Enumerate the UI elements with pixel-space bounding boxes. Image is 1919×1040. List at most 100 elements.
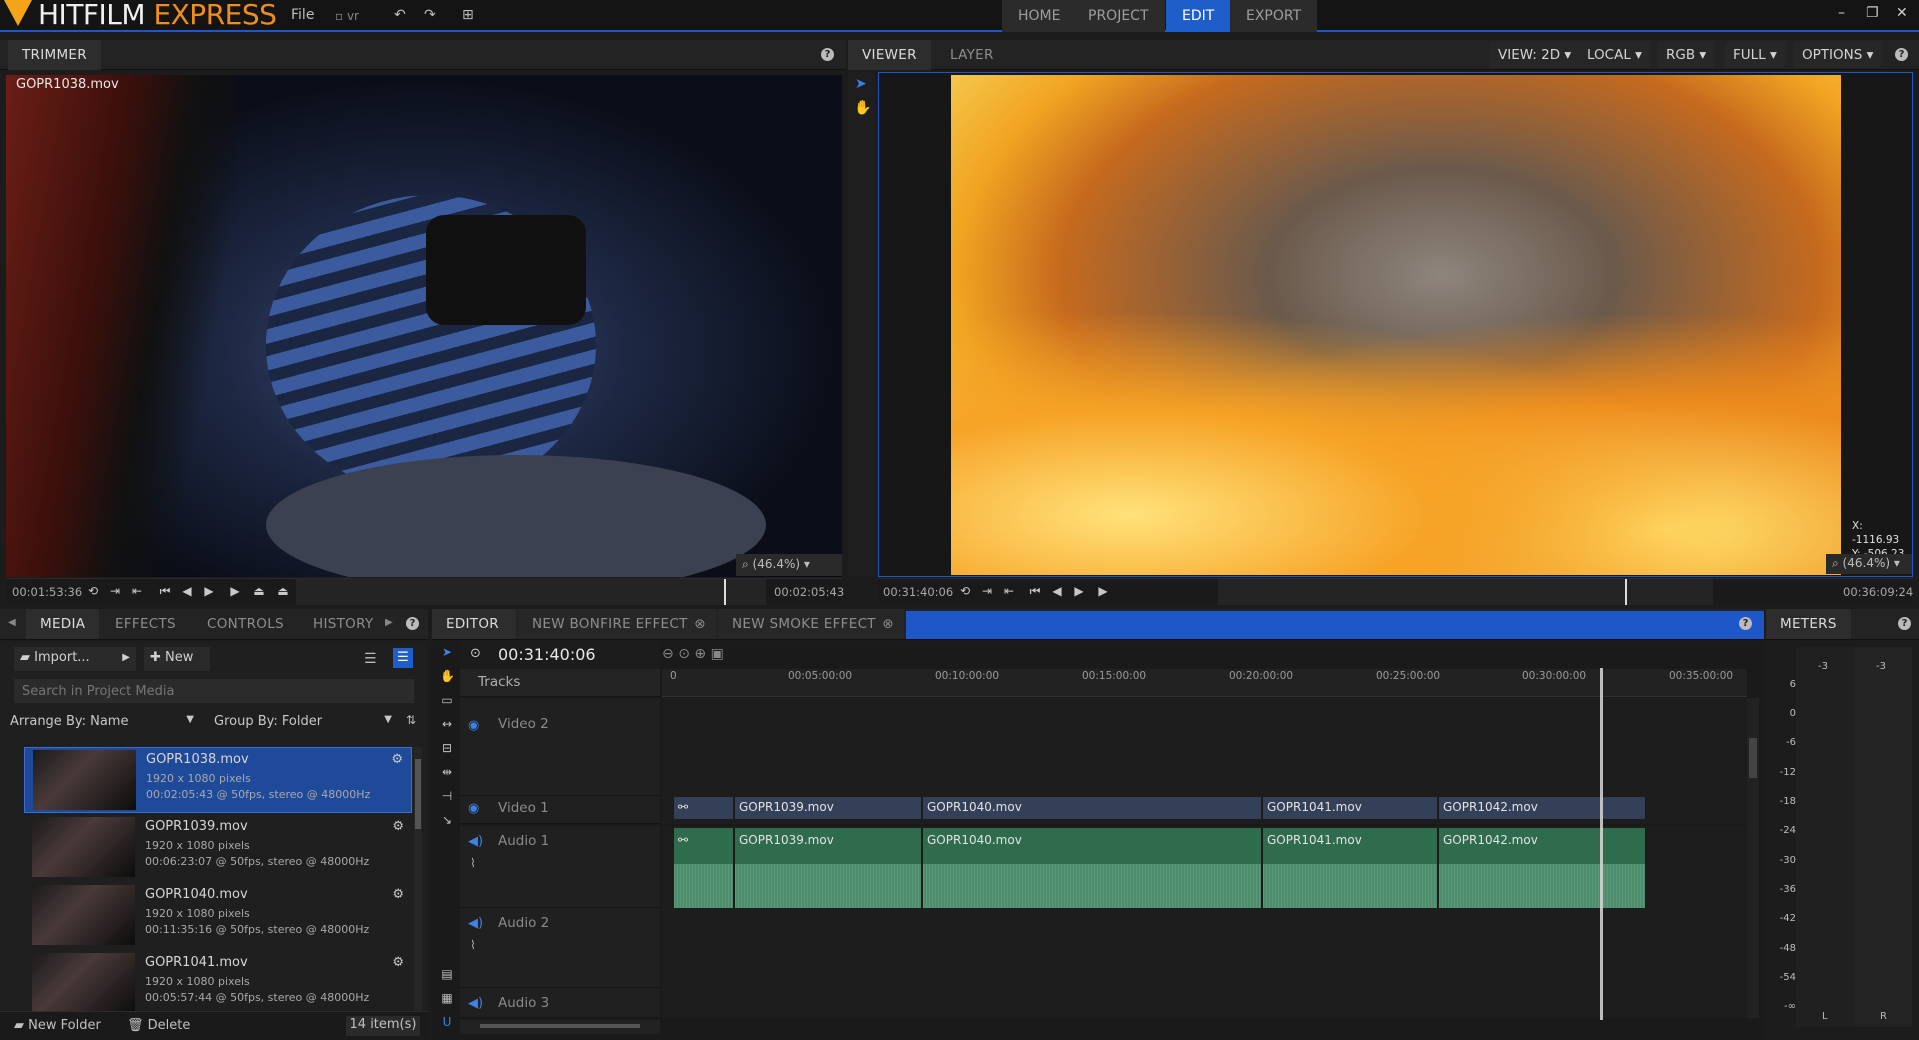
trimmer-zoom-dropdown[interactable]: ⌕ (46.4%) ▾	[736, 554, 842, 576]
scrollbar-thumb[interactable]	[480, 1024, 640, 1028]
timeline-horizontal-scrollbar[interactable]	[460, 1020, 660, 1034]
magnet-icon[interactable]: U	[440, 1015, 454, 1029]
media-item[interactable]: GOPR1038.mov 1920 x 1080 pixels 00:02:05…	[24, 747, 412, 813]
film-icon[interactable]: ▤	[440, 967, 454, 981]
tabs-scroll-right-icon[interactable]: ▶	[385, 617, 393, 628]
select-tool-icon[interactable]: ➤	[440, 645, 454, 659]
speaker-icon[interactable]: ◀)	[468, 916, 483, 931]
video-clip[interactable]: GOPR1040.mov	[922, 797, 1262, 819]
loop-icon[interactable]: ⟲	[958, 584, 972, 598]
options-dropdown[interactable]: OPTIONS ▾	[1794, 42, 1882, 68]
loop-icon[interactable]: ⟲	[86, 584, 100, 598]
space-dropdown[interactable]: LOCAL ▾	[1579, 42, 1650, 68]
track-header-video-1[interactable]: ◉ Video 1	[460, 796, 660, 824]
track-header-video-2[interactable]: ◉ Video 2	[460, 698, 660, 796]
track-header-audio-2[interactable]: ◀) Audio 2 ⌇	[460, 908, 660, 988]
details-view-icon[interactable]: ☰	[393, 648, 413, 668]
roll-tool-icon[interactable]: ⇹	[440, 765, 454, 779]
go-to-start-icon[interactable]: ⏮	[158, 584, 172, 598]
waveform-toggle-icon[interactable]: ⌇	[470, 856, 476, 870]
tab-editor[interactable]: EDITOR	[432, 609, 516, 639]
list-view-icon[interactable]: ☰	[364, 651, 377, 667]
go-to-start-icon[interactable]: ⏮	[1028, 584, 1042, 598]
eye-icon[interactable]: ◉	[468, 718, 479, 733]
tab-controls[interactable]: CONTROLS	[193, 609, 298, 639]
tab-trimmer[interactable]: TRIMMER	[8, 40, 101, 70]
menu-file[interactable]: File	[291, 7, 314, 23]
redo-icon[interactable]: ↷	[424, 7, 436, 23]
slip-tool-icon[interactable]: ▭	[440, 693, 454, 707]
tab-new-bonfire-effect[interactable]: NEW BONFIRE EFFECT ⊗	[518, 609, 716, 639]
set-out-icon[interactable]: ⏏	[276, 584, 290, 598]
eye-icon[interactable]: ◉	[468, 801, 479, 816]
media-scrollbar[interactable]	[414, 747, 422, 1017]
snap-tool-icon[interactable]: ↘	[440, 813, 454, 827]
step-forward-icon[interactable]: ▶	[1072, 584, 1086, 598]
new-folder-button[interactable]: ▰ New Folder	[14, 1018, 101, 1033]
audio-clip[interactable]: GOPR1041.mov	[1262, 828, 1438, 908]
import-button[interactable]: ▰ Import... ▶	[14, 647, 136, 671]
tab-layer[interactable]: LAYER	[936, 40, 1008, 70]
delete-button[interactable]: 🗑 Delete	[127, 1018, 190, 1033]
track-header-audio-1[interactable]: ◀) Audio 1 ⌇	[460, 826, 660, 908]
play-icon[interactable]: ▶	[228, 584, 242, 598]
media-item[interactable]: GOPR1040.mov 1920 x 1080 pixels 00:11:35…	[24, 883, 412, 949]
video-clip-link[interactable]: ⚯	[673, 797, 734, 819]
track-lane-video-2[interactable]	[662, 698, 1747, 796]
editor-timecode[interactable]: 00:31:40:06	[498, 645, 596, 664]
tab-effects[interactable]: EFFECTS	[101, 609, 190, 639]
timeline-playhead[interactable]	[1600, 668, 1603, 1020]
track-lane-audio-3[interactable]	[662, 988, 1747, 1018]
tab-viewer[interactable]: VIEWER	[848, 40, 931, 70]
overlay-icon[interactable]: ⇤	[130, 584, 144, 598]
zoom-in-icon[interactable]: ⊕	[694, 646, 706, 662]
tab-media[interactable]: MEDIA	[26, 609, 100, 639]
razor-tool-icon[interactable]: ⊣	[440, 789, 454, 803]
viewer-video-frame[interactable]	[951, 75, 1841, 575]
waveform-toggle-icon[interactable]: ⌇	[470, 938, 476, 952]
insert-icon[interactable]: ⇥	[108, 584, 122, 598]
menu-project-name[interactable]: ▫ vr	[335, 9, 359, 23]
trimmer-playhead[interactable]	[724, 579, 726, 605]
speaker-icon[interactable]: ◀)	[468, 834, 483, 849]
tab-new-smoke-effect[interactable]: NEW SMOKE EFFECT ⊗	[718, 609, 904, 639]
media-search-input[interactable]	[14, 679, 414, 703]
video-clip[interactable]: GOPR1039.mov	[734, 797, 922, 819]
snapshot-icon[interactable]: ▣	[711, 646, 724, 662]
media-item[interactable]: GOPR1041.mov 1920 x 1080 pixels 00:05:57…	[24, 951, 412, 1017]
hand-tool-icon[interactable]: ✋	[854, 100, 871, 116]
zoom-out-icon[interactable]: ⊖	[662, 646, 674, 662]
media-scrollbar-thumb[interactable]	[415, 759, 421, 829]
gear-icon[interactable]: ⚙	[391, 752, 403, 767]
restore-icon[interactable]: ❐	[1866, 5, 1879, 21]
select-tool-icon[interactable]: ➤	[855, 76, 867, 92]
tab-edit[interactable]: EDIT	[1166, 0, 1231, 32]
viewer-scrub-bar[interactable]	[1218, 579, 1713, 605]
view-mode-dropdown[interactable]: VIEW: 2D ▾	[1490, 42, 1580, 68]
help-icon[interactable]: ?	[1895, 48, 1908, 61]
viewer-canvas[interactable]: X: -1116.93Y: -506.23 ⌕ (46.4%) ▾	[878, 72, 1913, 577]
close-icon[interactable]: ⊗	[694, 609, 706, 639]
step-back-icon[interactable]: ◀	[180, 584, 194, 598]
step-back-icon[interactable]: ◀	[1050, 584, 1064, 598]
insert-icon[interactable]: ⇥	[980, 584, 994, 598]
audio-clip[interactable]: GOPR1039.mov	[734, 828, 922, 908]
gear-icon[interactable]: ⚙	[392, 955, 404, 970]
media-item[interactable]: GOPR1039.mov 1920 x 1080 pixels 00:06:23…	[24, 815, 412, 881]
gear-icon[interactable]: ⚙	[392, 819, 404, 834]
help-icon[interactable]: ?	[406, 617, 419, 630]
close-icon[interactable]: ⊗	[882, 609, 894, 639]
speaker-icon[interactable]: ◀)	[468, 996, 483, 1011]
video-clip[interactable]: GOPR1041.mov	[1262, 797, 1438, 819]
help-icon[interactable]: ?	[1898, 617, 1911, 630]
tab-history[interactable]: HISTORY	[299, 609, 387, 639]
undo-icon[interactable]: ↶	[394, 7, 406, 23]
overlay-icon[interactable]: ⇤	[1002, 584, 1016, 598]
scrollbar-thumb[interactable]	[1749, 738, 1757, 778]
channel-dropdown[interactable]: RGB ▾	[1658, 42, 1715, 68]
grid-menu-icon[interactable]: ⊞	[462, 7, 474, 23]
trimmer-video-frame[interactable]: GOPR1038.mov ⌕ (46.4%) ▾	[6, 75, 842, 577]
sort-order-icon[interactable]: ⇅	[406, 713, 416, 727]
play-icon[interactable]: ▶	[1096, 584, 1110, 598]
minimize-icon[interactable]: –	[1838, 5, 1845, 21]
